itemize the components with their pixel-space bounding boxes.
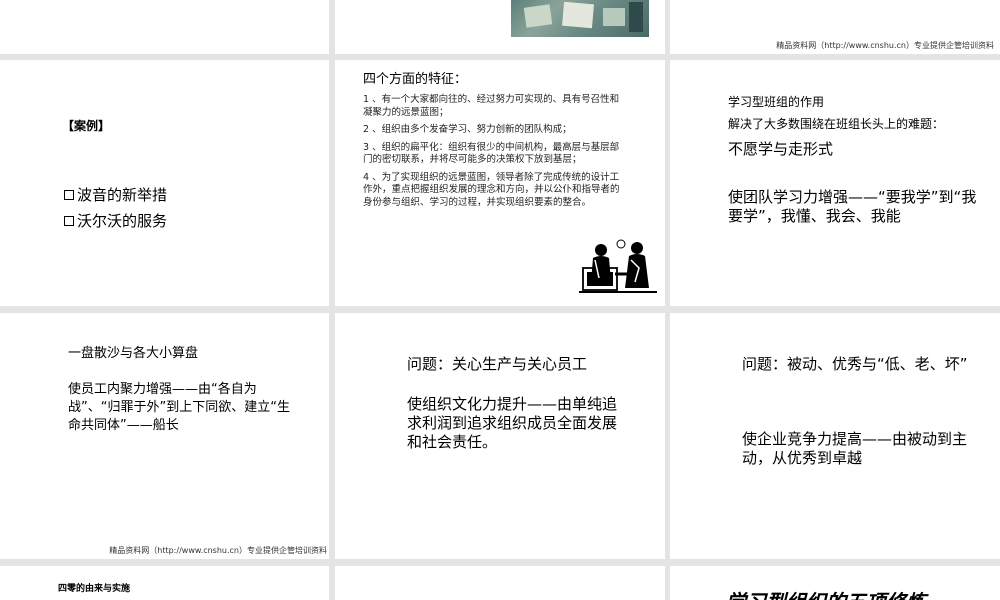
- bottom-left-title: 四零的由来与实施: [58, 584, 131, 594]
- role-subtitle: 解决了大多数围绕在班组长头上的难题：: [728, 117, 945, 131]
- slide-case: 【案例】 波音的新举措 沃尔沃的服务: [0, 60, 329, 306]
- bottom-right-title: 学习型组织的五项修炼: [726, 586, 926, 600]
- slide-top-left: [0, 0, 329, 54]
- feature-point: 2 、组织由多个发奋学习、努力创新的团队构成；: [363, 124, 572, 135]
- slide-cohesion: 一盘散沙与各大小算盘 使员工内聚力增强——由“各自为战”、“归罪于外”到上下同欲…: [0, 313, 329, 559]
- features-title: 四个方面的特征：: [363, 72, 468, 87]
- slide-bottom-left: 四零的由来与实施: [0, 566, 329, 600]
- watermark-text: 精品资料网（http://www.cnshu.cn）专业提供企管培训资料: [109, 546, 327, 555]
- compete-result: 使企业竞争力提高——由被动到主动，从优秀到卓越: [742, 430, 968, 467]
- case-item: 波音的新举措: [64, 182, 167, 208]
- role-title: 学习型班组的作用: [728, 95, 825, 109]
- feature-point: 3 、组织的扁平化：组织有很少的中间机构，最高层与基层部门的密切联系，并将尽可能…: [363, 141, 620, 166]
- checkbox-icon: [64, 216, 74, 226]
- watermark-text: 精品资料网（http://www.cnshu.cn）专业提供企管培训资料: [776, 41, 994, 50]
- compete-problem: 问题：被动、优秀与“低、老、坏”: [742, 355, 968, 373]
- role-problem: 不愿学与走形式: [728, 140, 834, 158]
- classroom-photo: [511, 0, 649, 37]
- slide-compete: 问题：被动、优秀与“低、老、坏” 使企业竞争力提高——由被动到主动，从优秀到卓越: [670, 313, 1000, 559]
- culture-result: 使组织文化力提升——由单纯追求利润到追求组织成员全面发展和社会责任。: [407, 395, 618, 451]
- slide-role: 学习型班组的作用 解决了大多数围绕在班组长头上的难题： 不愿学与走形式 使团队学…: [670, 60, 1000, 306]
- cohesion-problem: 一盘散沙与各大小算盘: [68, 346, 199, 361]
- feature-point: 1 、有一个大家都向往的、经过努力可实现的、具有号召性和凝聚力的远景蓝图；: [363, 94, 620, 118]
- slide-features: 四个方面的特征： 1 、有一个大家都向往的、经过努力可实现的、具有号召性和凝聚力…: [335, 60, 665, 306]
- case-list: 波音的新举措 沃尔沃的服务: [64, 182, 167, 234]
- slide-bottom-right: 学习型组织的五项修炼: [670, 566, 1000, 600]
- case-item: 沃尔沃的服务: [64, 208, 167, 234]
- slide-bottom-middle: [335, 566, 665, 600]
- culture-problem: 问题：关心生产与关心员工: [407, 355, 588, 373]
- checkbox-icon: [64, 190, 74, 200]
- slide-culture: 问题：关心生产与关心员工 使组织文化力提升——由单纯追求利润到追求组织成员全面发…: [335, 313, 665, 559]
- cohesion-result: 使员工内聚力增强——由“各自为战”、“归罪于外”到上下同欲、建立“生命共同体”—…: [68, 382, 290, 433]
- slide-top-right: 精品资料网（http://www.cnshu.cn）专业提供企管培训资料: [670, 0, 1000, 54]
- role-result: 使团队学习力增强——“要我学”到“我要学”，我懂、我会、我能: [728, 188, 977, 225]
- features-list: 1 、有一个大家都向往的、经过努力可实现的、具有号召性和凝聚力的远景蓝图； 2 …: [363, 94, 627, 214]
- case-title: 【案例】: [62, 119, 111, 133]
- people-meeting-clipart-icon: [579, 239, 657, 293]
- feature-point: 4 、为了实现组织的远景蓝图，领导者除了完成传统的设计工作外，重点把握组织发展的…: [363, 171, 620, 208]
- slide-top-middle: [335, 0, 665, 54]
